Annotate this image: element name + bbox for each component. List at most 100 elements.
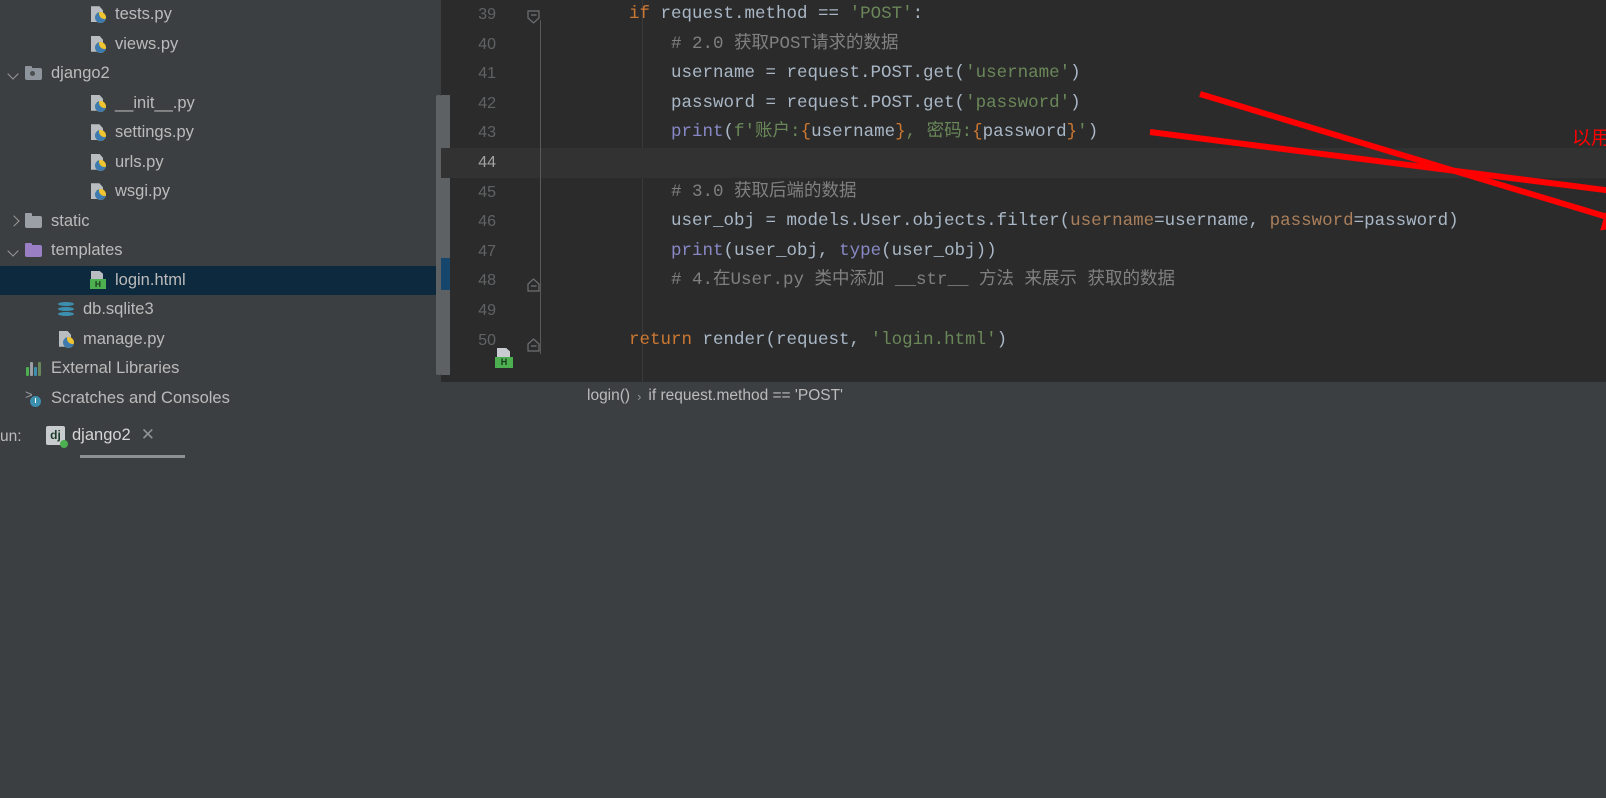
python-file-icon [89,123,108,142]
project-tool-window[interactable]: tests.py views.py django2 __init__.pysettin… [0,0,441,410]
tree-item-tests-py[interactable]: tests.py [0,0,441,30]
tree-item-templates[interactable]: templates [0,236,441,266]
tree-item-label: db.sqlite3 [83,300,154,319]
code-line-43[interactable]: 43 print(f'账户:{username}, 密码:{password}'… [441,118,1606,148]
python-snake-glyph [95,159,106,171]
line-number: 47 [478,242,496,260]
external-libraries-icon [25,359,44,378]
folder-icon-purple [25,241,44,260]
token-plain: password = request.POST.get( [587,92,966,113]
code-line-45[interactable]: 45 # 3.0 获取后端的数据 [441,178,1606,208]
breadcrumb-item-function[interactable]: login() [587,387,630,405]
token-plain: ) [1087,122,1099,143]
code-text: user_obj = models.User.objects.filter(us… [587,207,1459,237]
token-bi: print [671,240,724,261]
tree-item-django2[interactable]: django2 [0,59,441,89]
chevron-down-icon[interactable] [8,67,21,80]
token-fstrbrace: } [1066,122,1078,143]
code-fold-mid-icon[interactable] [527,274,541,292]
tree-item-static[interactable]: static [0,207,441,237]
code-fold-bot-icon[interactable] [527,334,541,352]
line-number: 48 [478,272,496,290]
token-plain: request.method == [650,4,850,24]
token-str: 'username' [965,63,1071,84]
sqlite-db-icon [57,300,76,319]
db-band [58,302,74,307]
tree-item-label: External Libraries [51,359,180,378]
tree-item-label: django2 [51,64,110,83]
tree-item--init-py[interactable]: __init__.py [0,89,441,119]
code-line-44[interactable]: 44 [441,147,1606,178]
token-plain: ) [1070,92,1081,113]
tree-item-views-py[interactable]: views.py [0,30,441,60]
line-number: 43 [478,124,496,142]
code-text: username = request.POST.get('username') [587,59,1081,89]
db-band [58,312,74,317]
tree-item-label: manage.py [83,329,165,348]
chevron-down-icon[interactable] [8,244,21,257]
code-line-50[interactable]: 50 return render(request, 'login.html') [441,326,1606,356]
tree-item-label: __init__.py [115,93,195,112]
python-snake-glyph [63,336,74,348]
token-str: ' [1077,122,1088,143]
tree-item-label: static [51,211,90,230]
tree-item-urls-py[interactable]: urls.py [0,148,441,178]
code-line-48[interactable]: 48 # 4.在User.py 类中添加 __str__ 方法 来展示 获取的数… [441,266,1606,296]
breadcrumb-item-statement[interactable]: if request.method == 'POST' [648,387,843,405]
close-icon[interactable]: ✕ [141,425,155,445]
html-file-gutter-icon: H [494,348,514,368]
code-line-46[interactable]: 46 user_obj = models.User.objects.filter… [441,207,1606,237]
token-plain: username [811,122,896,143]
tree-item-db-sqlite3[interactable]: db.sqlite3 [0,295,441,325]
code-lines[interactable]: 39 if request.method == 'POST': 40 # 2.0 … [441,0,1606,382]
code-line-47[interactable]: 47 print(user_obj, type(user_obj)) [441,237,1606,267]
tree-item-login-html[interactable]: Hlogin.html [0,265,441,295]
token-cm: # 3.0 获取后端的数据 [587,181,857,202]
tree-item-external-libraries[interactable]: External Libraries [0,354,441,384]
library-bar [26,367,29,377]
library-bar [34,367,37,377]
python-snake-glyph [95,130,106,142]
code-fold-top-icon[interactable] [527,8,541,24]
token-kwarg: password [1269,211,1354,232]
code-editor[interactable]: 39 if request.method == 'POST': 40 # 2.0 … [441,0,1606,410]
code-line-49[interactable]: 49 [441,296,1606,326]
tree-item-scratches-and-consoles[interactable]: Scratches and Consoles [0,384,441,411]
tree-item-settings-py[interactable]: settings.py [0,118,441,148]
token-fstrbrace: } [895,122,906,143]
django-icon-label: dj [50,427,61,442]
chevron-right-icon[interactable] [8,215,21,228]
code-line-40[interactable]: 40 # 2.0 获取POST请求的数据 [441,30,1606,60]
running-status-dot [60,439,68,448]
token-plain: user_obj = models.User.objects.filter( [587,211,1071,232]
html-badge: H [90,278,106,289]
breadcrumb[interactable]: login() › if request.method == 'POST' [441,382,1606,410]
token-plain: username = request.POST.get( [587,63,966,84]
run-tab-label: django2 [72,425,131,444]
python-file-icon [89,182,108,201]
token-str: f'账户: [734,122,801,143]
run-tool-window: un: dj django2 ✕ [0,410,1606,798]
run-tab-django2[interactable]: dj django2 ✕ [40,416,161,454]
python-snake-glyph [95,189,106,201]
line-number: 46 [478,213,496,231]
token-str: 'password' [965,92,1071,113]
module-dot [30,71,35,77]
tree-item-label: login.html [115,270,186,289]
token-cm: # 2.0 获取POST请求的数据 [587,33,899,54]
code-line-39[interactable]: 39 if request.method == 'POST': [441,0,1606,30]
tree-item-manage-py[interactable]: manage.py [0,325,441,355]
module-folder-icon [25,64,44,83]
scratches-icon [25,388,44,408]
line-number: 44 [478,153,496,171]
tree-item-wsgi-py[interactable]: wsgi.py [0,177,441,207]
code-line-41[interactable]: 41 username = request.POST.get('username… [441,59,1606,89]
django-icon: dj [46,425,68,448]
project-tree[interactable]: tests.py views.py django2 __init__.pysettin… [0,0,441,410]
code-line-42[interactable]: 42 password = request.POST.get('password… [441,89,1606,119]
